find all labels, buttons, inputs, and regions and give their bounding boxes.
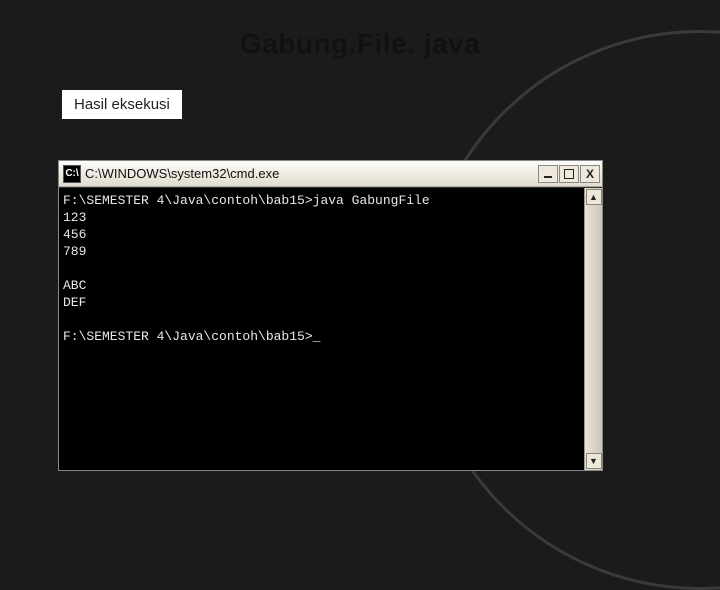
titlebar[interactable]: C:\ C:\WINDOWS\system32\cmd.exe X [59, 161, 602, 187]
scroll-down-button[interactable]: ▼ [586, 453, 602, 469]
scroll-up-button[interactable]: ▲ [586, 189, 602, 205]
cmd-window: C:\ C:\WINDOWS\system32\cmd.exe X F:\SEM… [58, 160, 603, 471]
cmd-body: F:\SEMESTER 4\Java\contoh\bab15>java Gab… [59, 187, 602, 470]
vertical-scrollbar[interactable]: ▲ ▼ [584, 188, 602, 470]
label-hasil-eksekusi: Hasil eksekusi [62, 90, 182, 119]
console-output: F:\SEMESTER 4\Java\contoh\bab15>java Gab… [59, 188, 584, 470]
slide-title: Gabung.File. java [0, 28, 720, 60]
close-button[interactable]: X [580, 165, 600, 183]
cmd-icon: C:\ [63, 165, 81, 183]
minimize-button[interactable] [538, 165, 558, 183]
maximize-button[interactable] [559, 165, 579, 183]
window-control-buttons: X [538, 165, 600, 183]
window-title: C:\WINDOWS\system32\cmd.exe [85, 166, 538, 181]
